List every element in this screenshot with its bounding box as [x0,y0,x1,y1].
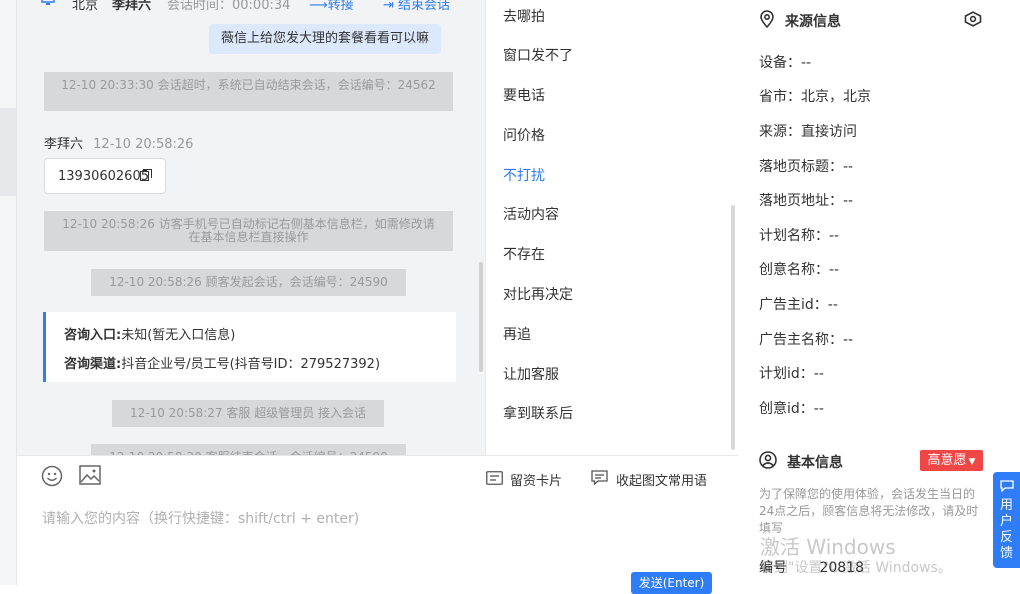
field-creative-id: 创意id：-- [759,401,824,417]
user-feedback-button[interactable]: 用户反馈 [993,472,1020,568]
field-landing-title: 落地页标题：-- [759,159,854,175]
phrases-scrollbar[interactable] [731,205,735,450]
field-advertiser-name: 广告主名称：-- [759,332,854,348]
edit-notice: 为了保障您的使用体验，会话发生当日的24点之后，顾客信息将无法修改，请及时填写 [759,487,979,535]
consult-channel-value: 抖音企业号/员工号(抖音号ID：279527392) [121,357,381,372]
visitor-city: 北京 [72,0,99,13]
transfer-arrow-icon: ⟶ [309,0,328,13]
intent-level-label: 高意愿 [927,453,967,468]
lead-card-button[interactable]: 留资卡片 [486,470,562,489]
windows-watermark-title: 激活 Windows [760,535,896,559]
end-session-label: 结束会话 [398,0,451,13]
monitor-icon [41,0,55,10]
lead-card-label: 留资卡片 [510,474,563,489]
chat-header: 北京 李拜六 会话时间：00:00:34 ⟶转接 ⇥ 结束会话 [17,0,485,14]
intent-level-dropdown[interactable]: 高意愿 ▼ [920,450,983,471]
field-plan-name: 计划名称：-- [759,228,840,244]
send-button[interactable]: 发送(Enter) [631,572,712,594]
phrase-item[interactable]: 对比再决定 [503,284,573,304]
view-eye-icon[interactable] [963,11,983,31]
left-nav-rail[interactable] [0,0,17,585]
phrase-item-active[interactable]: 不打扰 [503,165,545,185]
system-message-session-start: 12-10 20:58:26 顾客发起会话，会话编号：24590 [91,269,406,296]
transfer-button[interactable]: ⟶转接 [309,0,354,13]
visitor-name: 李拜六 [112,0,152,13]
visitor-phone-message[interactable]: 13930602605 [44,158,166,194]
visitor-message-meta: 李拜六 12-10 20:58:26 [44,133,193,152]
system-message-timeout: 12-10 20:33:30 会话超时，系统已自动结束会话，会话编号：24562 [44,72,453,111]
chat-scrollbar[interactable] [479,262,483,372]
field-landing-url: 落地页地址：-- [759,193,854,209]
source-info-title-text: 来源信息 [785,14,841,30]
feedback-icon [993,480,1020,496]
end-session-button[interactable]: ⇥ 结束会话 [383,0,450,13]
basic-info-title: 基本信息 [759,451,843,473]
phrase-item[interactable]: 拿到联系后 [503,403,573,423]
system-message-phone-marked: 12-10 20:58:26 访客手机号已自动标记右侧基本信息栏，如需修改请在基… [44,211,453,251]
field-province: 省市：北京，北京 [759,89,871,105]
serial-value: 20818 [819,560,864,576]
message-input-placeholder[interactable]: 请输入您的内容（换行快捷键：shift/ctrl + enter) [42,508,359,528]
consult-entry-label: 咨询入口: [64,328,122,343]
left-rail-active-item[interactable] [0,108,16,196]
feedback-label: 用户反馈 [999,498,1013,561]
field-device: 设备：-- [759,55,812,71]
transfer-label: 转接 [327,0,354,13]
collapse-common-phrases-label: 收起图文常用语 [616,474,708,489]
message-icon [591,470,608,489]
field-origin: 来源：直接访问 [759,124,857,140]
collapse-common-phrases-button[interactable]: 收起图文常用语 [591,470,707,489]
serial-label: 编号 [759,560,787,576]
system-message-agent-join: 12-10 20:58:27 客服 超级管理员 接入会话 [112,400,384,427]
image-icon[interactable] [79,465,101,489]
quick-phrases-panel: 去哪拍 窗口发不了 要电话 问价格 不打扰 活动内容 不存在 对比再决定 再追 … [485,0,740,455]
system-message-partial: 12-10 20:58:30 客服结束会话，会话编号：24590 [91,444,406,455]
chat-panel: 北京 李拜六 会话时间：00:00:34 ⟶转接 ⇥ 结束会话 薇信上给您发大理… [17,0,485,455]
phrase-item[interactable]: 去哪拍 [503,6,545,26]
consult-info-card: 咨询入口:未知(暂无入口信息) 咨询渠道:抖音企业号/员工号(抖音号ID：279… [43,312,456,382]
emoji-icon[interactable] [41,465,63,491]
phrase-item[interactable]: 活动内容 [503,204,559,224]
phrase-item[interactable]: 要电话 [503,85,545,105]
agent-message-bubble: 薇信上给您发大理的套餐看看可以嘛 [209,24,442,54]
consult-channel-row: 咨询渠道:抖音企业号/员工号(抖音号ID：279527392) [64,353,380,372]
basic-info-title-text: 基本信息 [787,455,843,471]
field-advertiser-id: 广告主id：-- [759,297,838,313]
field-plan-id: 计划id：-- [759,366,824,382]
source-info-title: 来源信息 [759,10,841,32]
card-icon [486,470,503,489]
location-pin-icon [759,10,775,32]
caret-down-icon: ▼ [968,457,976,467]
user-icon [759,451,777,473]
consult-entry-value: 未知(暂无入口信息) [121,328,236,343]
phrase-item[interactable]: 问价格 [503,125,545,145]
visitor-message-time: 12-10 20:58:26 [93,137,194,152]
phrase-item[interactable]: 再追 [503,324,531,344]
field-creative-name: 创意名称：-- [759,262,840,278]
phrase-item[interactable]: 窗口发不了 [503,45,573,65]
consult-entry-row: 咨询入口:未知(暂无入口信息) [64,324,235,343]
phrase-item[interactable]: 让加客服 [503,364,559,384]
phone-number: 13930602605 [58,169,149,184]
consult-channel-label: 咨询渠道: [64,357,122,372]
visitor-message-name: 李拜六 [44,137,84,152]
end-session-icon: ⇥ [383,0,394,13]
message-input-area[interactable]: 留资卡片 收起图文常用语 请输入您的内容（换行快捷键：shift/ctrl + … [17,455,738,594]
session-duration: 会话时间：00:00:34 [167,0,291,13]
phrase-item[interactable]: 不存在 [503,244,545,264]
copy-icon[interactable] [140,169,152,185]
field-serial: 编号 20818 [759,557,864,577]
customer-info-panel: 来源信息 设备：-- 省市：北京，北京 来源：直接访问 落地页标题：-- 落地页… [739,0,1020,585]
